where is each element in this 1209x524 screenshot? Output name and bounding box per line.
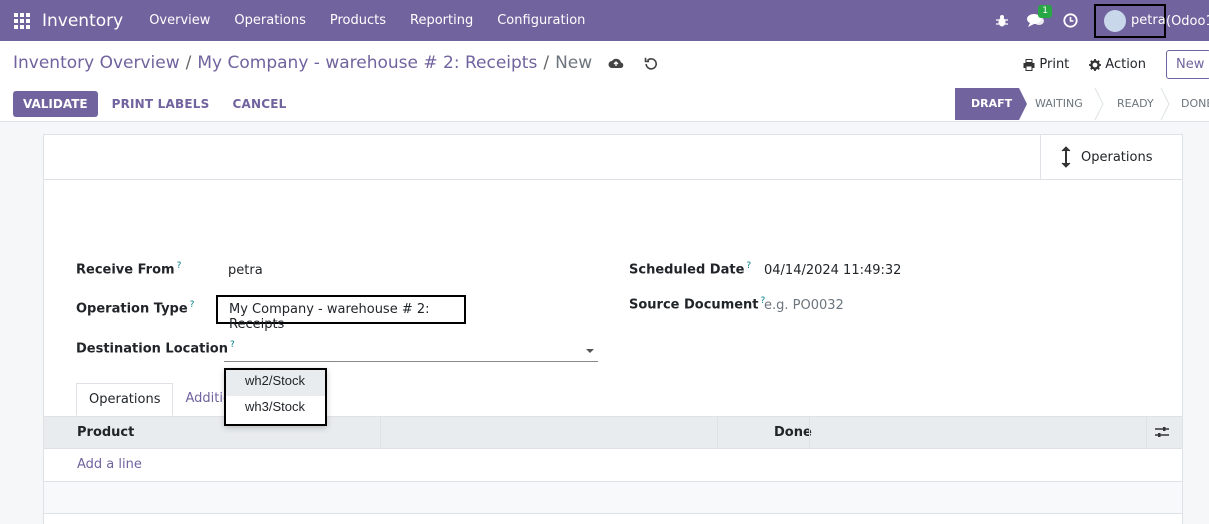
print-label: Print bbox=[1039, 57, 1070, 72]
menu-products[interactable]: Products bbox=[318, 0, 398, 41]
menu-configuration[interactable]: Configuration bbox=[485, 0, 597, 41]
stage-draft[interactable]: DRAFT bbox=[955, 88, 1025, 120]
menu-reporting[interactable]: Reporting bbox=[398, 0, 485, 41]
source-document-label: Source Document? bbox=[629, 296, 766, 313]
apps-grid-icon[interactable] bbox=[14, 12, 30, 29]
breadcrumb-receipts[interactable]: My Company - warehouse # 2: Receipts bbox=[197, 53, 537, 73]
help-tooltip-icon[interactable]: ? bbox=[190, 300, 195, 310]
scheduled-date-field[interactable]: 04/14/2024 11:49:32 bbox=[764, 263, 901, 278]
operation-type-field[interactable]: My Company - warehouse # 2: Receipts bbox=[216, 295, 466, 332]
breadcrumb-current: New bbox=[555, 53, 593, 73]
avatar bbox=[1104, 9, 1126, 32]
messages-badge: 1 bbox=[1038, 4, 1052, 18]
discard-undo-icon[interactable] bbox=[644, 55, 660, 71]
action-label: Action bbox=[1105, 57, 1146, 72]
bug-icon[interactable] bbox=[992, 11, 1012, 31]
validate-button[interactable]: VALIDATE bbox=[13, 91, 98, 117]
printer-icon bbox=[1023, 58, 1035, 71]
divider bbox=[44, 179, 1182, 180]
app-name[interactable]: Inventory bbox=[42, 11, 123, 31]
main-menu: Overview Operations Products Reporting C… bbox=[137, 0, 597, 41]
help-tooltip-icon[interactable]: ? bbox=[746, 261, 751, 271]
menu-overview[interactable]: Overview bbox=[137, 0, 222, 41]
tab-operations[interactable]: Operations bbox=[76, 383, 174, 416]
empty-row bbox=[44, 482, 1182, 514]
breadcrumb: Inventory Overview / My Company - wareho… bbox=[13, 53, 660, 73]
stage-waiting[interactable]: WAITING bbox=[1025, 88, 1095, 120]
row-divider bbox=[44, 513, 1182, 514]
optional-columns-icon[interactable] bbox=[1155, 426, 1169, 442]
receive-from-field[interactable]: petra bbox=[228, 263, 263, 278]
notebook-tabs: Operations Additio bbox=[76, 383, 243, 416]
column-done[interactable]: Done bbox=[774, 417, 812, 448]
user-menu[interactable]: petra (Odoo1 bbox=[1094, 3, 1209, 38]
help-tooltip-icon[interactable]: ? bbox=[177, 261, 182, 271]
menu-operations[interactable]: Operations bbox=[222, 0, 317, 41]
top-navbar: Inventory Overview Operations Products R… bbox=[0, 0, 1209, 41]
save-cloud-icon[interactable] bbox=[608, 55, 624, 71]
chevron-down-icon[interactable] bbox=[586, 349, 594, 353]
dropdown-option-wh3-stock[interactable]: wh3/Stock bbox=[226, 396, 325, 422]
scheduled-date-label: Scheduled Date? bbox=[629, 261, 752, 278]
print-labels-button[interactable]: PRINT LABELS bbox=[112, 97, 210, 111]
column-divider bbox=[380, 417, 381, 448]
source-document-field[interactable]: e.g. PO0032 bbox=[764, 298, 844, 313]
operation-type-label: Operation Type? bbox=[76, 300, 195, 317]
cancel-button[interactable]: CANCEL bbox=[232, 97, 286, 111]
stage-done[interactable]: DONE bbox=[1161, 88, 1209, 120]
user-name: petra bbox=[1131, 13, 1166, 28]
destination-location-label: Destination Location? bbox=[76, 340, 235, 357]
stage-ready[interactable]: READY bbox=[1095, 88, 1161, 120]
breadcrumb-separator: / bbox=[543, 53, 550, 73]
control-panel: Inventory Overview / My Company - wareho… bbox=[0, 41, 1209, 122]
activity-clock-icon[interactable] bbox=[1060, 11, 1080, 31]
operations-smart-button[interactable]: Operations bbox=[1040, 135, 1182, 179]
messages-icon[interactable]: 1 bbox=[1026, 4, 1052, 31]
form-buttons: VALIDATE PRINT LABELS CANCEL bbox=[13, 91, 286, 117]
column-divider bbox=[717, 417, 718, 448]
arrows-vertical-icon bbox=[1061, 146, 1071, 168]
destination-location-dropdown: wh2/Stock wh3/Stock bbox=[224, 368, 327, 426]
user-database: (Odoo1 bbox=[1166, 13, 1209, 29]
action-button[interactable]: Action bbox=[1089, 57, 1146, 72]
add-line-link[interactable]: Add a line bbox=[77, 457, 142, 472]
receive-from-label: Receive From? bbox=[76, 261, 182, 278]
dropdown-option-wh2-stock[interactable]: wh2/Stock bbox=[226, 370, 325, 396]
navbar-systray: 1 petra (Odoo1 bbox=[992, 0, 1209, 41]
breadcrumb-separator: / bbox=[185, 53, 192, 73]
column-divider bbox=[1146, 417, 1147, 448]
smart-button-label: Operations bbox=[1081, 149, 1153, 165]
print-button[interactable]: Print bbox=[1023, 57, 1069, 72]
gear-icon bbox=[1089, 58, 1102, 71]
column-product[interactable]: Product bbox=[77, 417, 134, 448]
column-divider bbox=[809, 417, 810, 448]
top-actions: Print Action New bbox=[1023, 50, 1209, 79]
form-sheet: Operations Receive From? petra Operation… bbox=[43, 134, 1183, 524]
statusbar: DRAFT WAITING READY DONE bbox=[955, 88, 1209, 120]
destination-location-input[interactable] bbox=[224, 338, 598, 362]
new-button[interactable]: New bbox=[1166, 50, 1209, 79]
breadcrumb-inventory-overview[interactable]: Inventory Overview bbox=[13, 53, 180, 73]
table-header: Product Done bbox=[44, 416, 1182, 449]
